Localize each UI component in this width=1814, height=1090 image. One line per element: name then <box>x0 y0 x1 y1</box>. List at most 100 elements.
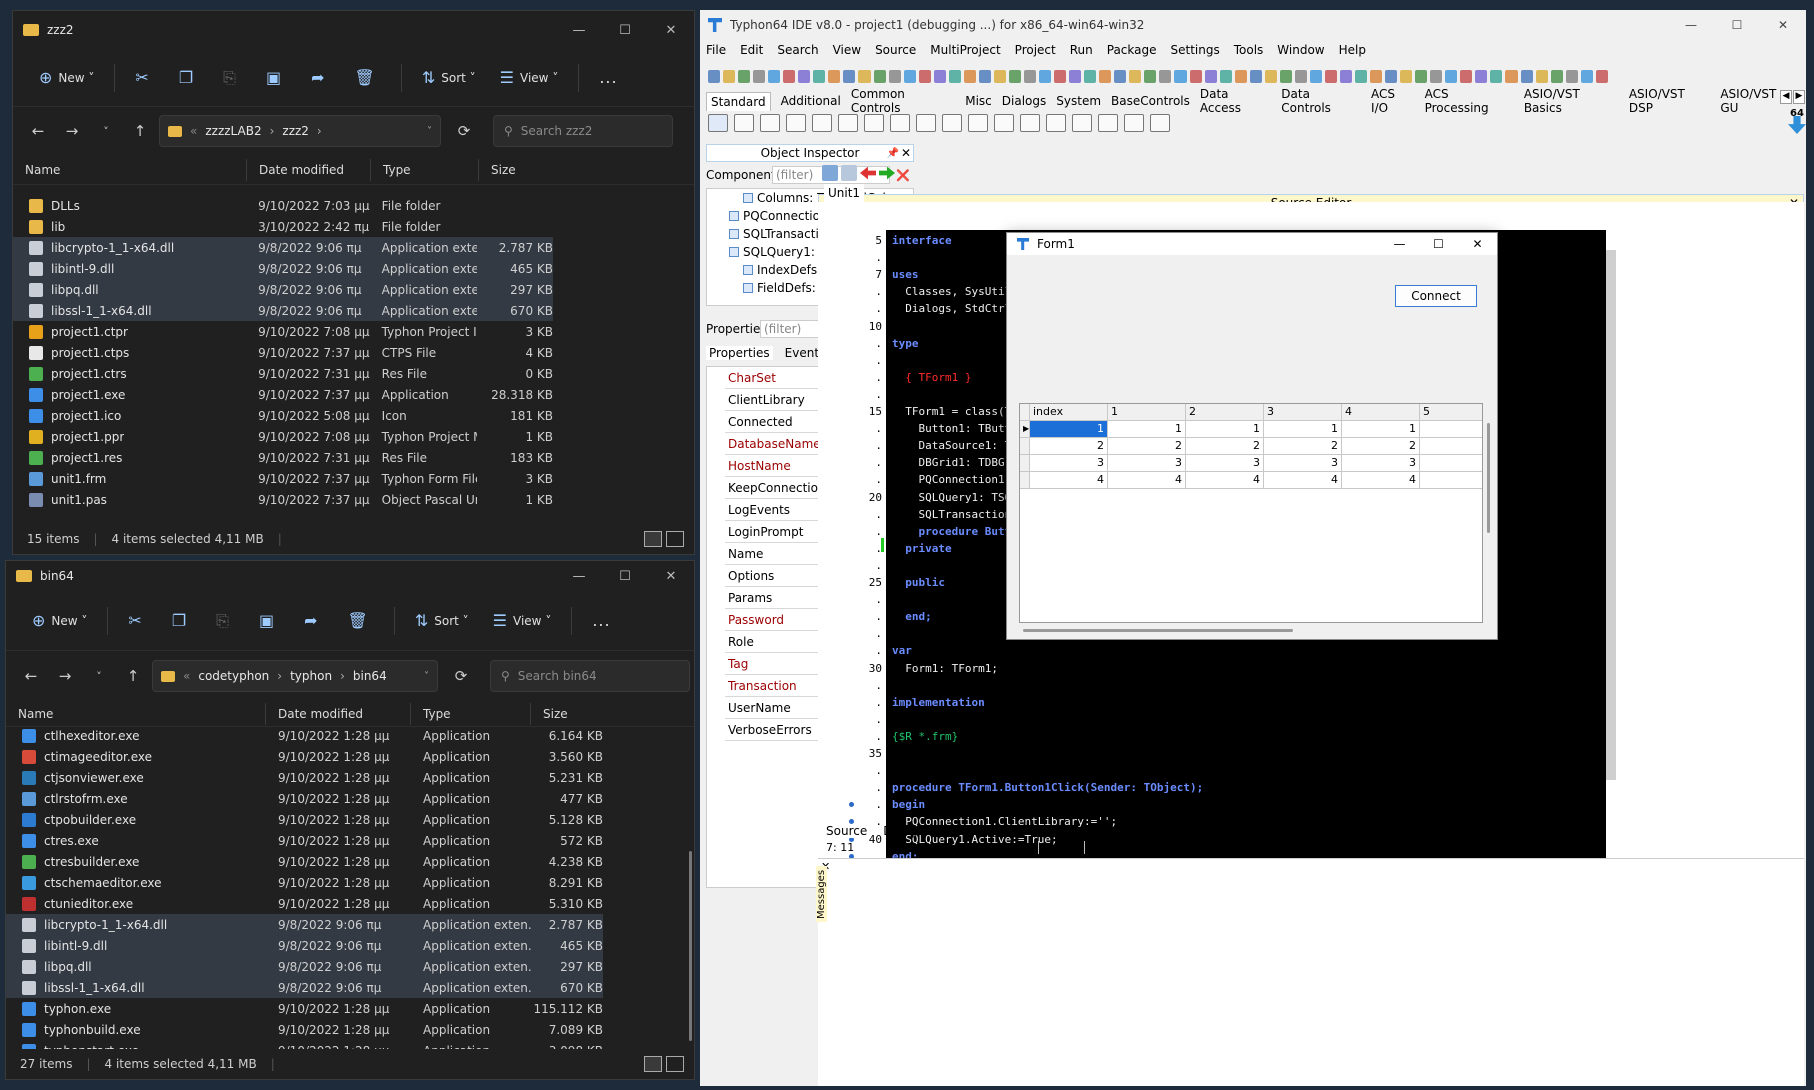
toolbar-button-icon[interactable] <box>888 69 901 83</box>
toolbar-button-icon[interactable] <box>1249 69 1262 83</box>
toolbar-button-icon[interactable] <box>708 69 721 83</box>
file-row[interactable]: ctjsonviewer.exe 9/10/2022 1:28 μμ Applica… <box>6 767 603 788</box>
menu-tools[interactable]: Tools <box>1234 43 1264 57</box>
toolbar-button-icon[interactable] <box>1415 69 1428 83</box>
grid-cell[interactable]: 3 <box>1342 455 1420 472</box>
palette-component-icon[interactable] <box>1098 114 1118 132</box>
toolbar-button-icon[interactable] <box>1099 69 1112 83</box>
grid-cell[interactable]: 2 <box>1342 438 1420 455</box>
palette-tab[interactable]: Dialogs <box>1002 94 1046 108</box>
grid-cell[interactable]: 1 <box>1030 421 1108 438</box>
palette-scroll-left-icon[interactable]: ◀ <box>1780 90 1792 104</box>
file-row[interactable]: typhon.exe 9/10/2022 1:28 μμ Application 11… <box>6 998 603 1019</box>
grid-hscrollbar[interactable] <box>1023 629 1293 632</box>
grid-cell[interactable]: 1 <box>1186 421 1264 438</box>
editor-toolbar[interactable] <box>822 164 895 182</box>
palette-component-icon[interactable] <box>1046 114 1066 132</box>
file-row[interactable]: libpq.dll 9/8/2022 9:06 πμ Application ext… <box>6 956 603 977</box>
breadcrumb-item[interactable]: typhon <box>290 669 332 683</box>
code-line[interactable]: begin <box>892 796 925 813</box>
grid-cell[interactable]: 3 <box>1030 455 1108 472</box>
column-header[interactable]: Name Date modified Type Size <box>13 155 694 185</box>
grid-column-header[interactable]: 2 <box>1186 404 1264 421</box>
palette-component-icon[interactable] <box>968 114 988 132</box>
file-row[interactable]: ctunieditor.exe 9/10/2022 1:28 μμ Applicat… <box>6 893 603 914</box>
grid-cell[interactable]: 4 <box>1030 472 1108 489</box>
grid-cell[interactable]: 1 <box>1264 421 1342 438</box>
file-row[interactable]: ctimageeditor.exe 9/10/2022 1:28 μμ Applic… <box>6 746 603 767</box>
palette-component-icon[interactable] <box>786 114 806 132</box>
grid-cell[interactable]: 1 <box>1108 421 1186 438</box>
toolbar-button-icon[interactable] <box>963 69 976 83</box>
tab-designer[interactable]: Designer <box>883 824 937 838</box>
file-row[interactable]: lib 3/10/2022 2:42 πμ File folder <box>13 216 553 237</box>
grid-cell[interactable]: 4 <box>1420 472 1482 489</box>
palette-tab[interactable]: ACS Processing <box>1425 87 1514 115</box>
toolbar-button-icon[interactable] <box>1159 69 1172 83</box>
grid-cell[interactable]: 1 <box>1420 421 1482 438</box>
cut-button[interactable]: ✂ <box>118 605 157 637</box>
toolbar-button-icon[interactable] <box>783 69 796 83</box>
file-row[interactable]: ctlhexeditor.exe 9/10/2022 1:28 μμ Applica… <box>6 725 603 746</box>
code-line[interactable]: uses <box>892 266 919 283</box>
dbgrid[interactable]: index12345▶111111222222333333444444 <box>1019 403 1483 623</box>
cut-button[interactable]: ✂ <box>125 62 164 94</box>
file-row[interactable]: ctlrstofrm.exe 9/10/2022 1:28 μμ Applicati… <box>6 788 603 809</box>
palette-tab[interactable]: ACS I/O <box>1371 87 1415 115</box>
editor-toolbar-button[interactable] <box>822 165 838 181</box>
grid-row[interactable]: 444444 <box>1020 472 1482 489</box>
toolbar-button-icon[interactable] <box>1008 69 1021 83</box>
grid-column-header[interactable]: 1 <box>1108 404 1186 421</box>
maximize-icon[interactable]: ☐ <box>1714 10 1760 40</box>
toolbar-button-icon[interactable] <box>1129 69 1142 83</box>
details-view-icon[interactable] <box>644 531 662 547</box>
toolbar-button-icon[interactable] <box>993 69 1006 83</box>
tiles-view-icon[interactable] <box>666 1056 684 1072</box>
file-row[interactable]: unit1.frm 9/10/2022 7:37 μμ Typhon Form Fi… <box>13 468 553 489</box>
file-row[interactable]: unit1.pas 9/10/2022 7:37 μμ Object Pascal … <box>13 489 553 510</box>
palette-component-icon[interactable] <box>890 114 910 132</box>
close-icon[interactable]: ✕ <box>648 11 694 49</box>
palette-tab[interactable]: ASIO/VST Basics <box>1524 87 1619 115</box>
toolbar-button-icon[interactable] <box>1219 69 1232 83</box>
minimize-icon[interactable]: — <box>556 561 602 591</box>
palette-component-icon[interactable] <box>1150 114 1170 132</box>
delete-button[interactable]: 🗑 <box>338 605 384 637</box>
share-button[interactable]: ➦ <box>294 605 333 637</box>
toolbar-button-icon[interactable] <box>1475 69 1488 83</box>
new-button[interactable]: ⊕ New ˅ <box>29 62 104 94</box>
grid-cell[interactable]: 2 <box>1030 438 1108 455</box>
grid-cell[interactable]: 2 <box>1264 438 1342 455</box>
file-list[interactable]: ctlhexeditor.exe 9/10/2022 1:28 μμ Applica… <box>6 725 694 1061</box>
address-bar[interactable]: « codetyphon › typhon › bin64 ˅ <box>152 660 438 692</box>
file-row[interactable]: typhonbuild.exe 9/10/2022 1:28 μμ Applicat… <box>6 1019 603 1040</box>
menu-multiproject[interactable]: MultiProject <box>930 43 1000 57</box>
toolbar-button-icon[interactable] <box>1023 69 1037 83</box>
column-date[interactable]: Date modified <box>266 702 411 725</box>
file-row[interactable]: libintl-9.dll 9/8/2022 9:06 πμ Application… <box>6 935 603 956</box>
file-row[interactable]: ctpobuilder.exe 9/10/2022 1:28 μμ Applicat… <box>6 809 603 830</box>
palette-component-icon[interactable] <box>942 114 962 132</box>
column-name[interactable]: Name <box>6 702 266 725</box>
menu-window[interactable]: Window <box>1277 43 1324 57</box>
toolbar-button-icon[interactable] <box>1565 69 1578 83</box>
toolbar-button-icon[interactable] <box>1550 69 1563 83</box>
file-row[interactable]: project1.ico 9/10/2022 5:08 μμ Icon 181 KB <box>13 405 553 426</box>
menu-settings[interactable]: Settings <box>1171 43 1220 57</box>
view-button[interactable]: ☰ View ˅ <box>490 62 569 94</box>
code-line[interactable]: end; <box>892 608 932 625</box>
code-line[interactable]: procedure TForm1.Button1Click(Sender: TO… <box>892 779 1203 796</box>
toolbar-button-icon[interactable] <box>1069 69 1082 83</box>
code-line[interactable]: public <box>892 574 945 591</box>
grid-cell[interactable]: 3 <box>1420 455 1482 472</box>
palette-tab[interactable]: Misc <box>965 94 992 108</box>
sort-button[interactable]: ⇅ Sort ˅ <box>405 605 479 637</box>
close-icon[interactable]: ✕ <box>1458 233 1497 255</box>
menu-run[interactable]: Run <box>1070 43 1093 57</box>
toolbar-button-icon[interactable] <box>1114 69 1127 83</box>
file-row[interactable]: project1.ctrs 9/10/2022 7:31 μμ Res File 0 … <box>13 363 553 384</box>
grid-cell[interactable]: 4 <box>1186 472 1264 489</box>
rename-button[interactable]: ▣ <box>249 605 290 637</box>
close-icon[interactable]: ✕ <box>648 561 694 591</box>
main-menu[interactable]: File Edit Search View Source MultiProject Proj… <box>700 40 1806 60</box>
